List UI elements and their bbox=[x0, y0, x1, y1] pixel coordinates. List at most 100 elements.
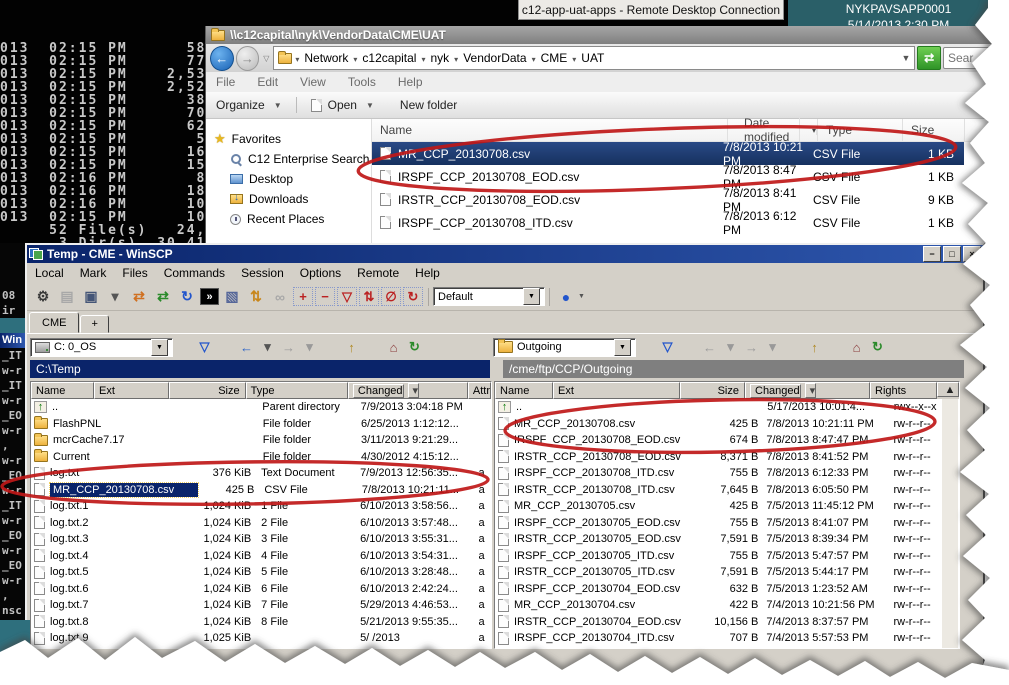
open-button[interactable]: Open bbox=[328, 98, 357, 112]
site-manager-icon[interactable]: ▤ bbox=[56, 286, 78, 307]
menu-item[interactable]: Mark bbox=[72, 266, 115, 280]
menu-item[interactable]: Files bbox=[114, 266, 155, 280]
clone-session-icon[interactable]: ▣ bbox=[80, 286, 102, 307]
back-dropdown-icon[interactable]: ▾ bbox=[720, 337, 741, 357]
menu-item[interactable]: Local bbox=[27, 266, 72, 280]
remote-file-row[interactable]: .. 5/17/2013 10:01:4... rwx--x--x bbox=[495, 399, 959, 416]
sep[interactable] bbox=[425, 337, 446, 357]
local-file-row[interactable]: log.txt.2 1,024 KiB 2 File 6/10/2013 3:5… bbox=[31, 515, 491, 532]
sidebar-item[interactable]: Recent Places bbox=[206, 209, 371, 229]
remote-file-row[interactable]: IRSTR_CCP_20130708_ITD.csv 7,645 B 7/8/2… bbox=[495, 482, 959, 499]
new-tab-button[interactable]: + bbox=[80, 315, 108, 333]
explorer-file-row[interactable]: IRSTR_CCP_20130708_EOD.csv 7/8/2013 8:41… bbox=[372, 188, 964, 211]
synchronize-browsing-icon[interactable]: ⇄ bbox=[152, 286, 174, 307]
remote-file-row[interactable]: IRSTR_CCP_20130704_EOD.csv 10,156 B 7/4/… bbox=[495, 614, 959, 631]
local-file-row[interactable]: log.txt.7 1,024 KiB 7 File 5/29/2013 4:4… bbox=[31, 597, 491, 614]
column-header-size[interactable]: Size bbox=[680, 382, 745, 399]
local-file-row[interactable]: .. Parent directory 7/9/2013 3:04:18 PM bbox=[31, 399, 491, 416]
address-dropdown-icon[interactable]: ▼ bbox=[901, 53, 910, 63]
console-icon[interactable]: » bbox=[200, 288, 219, 305]
unselect-files-icon[interactable]: − bbox=[315, 287, 335, 306]
back-dropdown-icon[interactable]: ▾ bbox=[257, 337, 278, 357]
parent-directory-icon[interactable]: ↑ bbox=[804, 337, 825, 357]
column-header-changed[interactable]: Changed▾ bbox=[745, 382, 870, 399]
forward-dropdown-icon[interactable]: ▾ bbox=[299, 337, 320, 357]
back-button[interactable]: ← bbox=[210, 46, 234, 71]
scroll-up-button[interactable]: ▲ bbox=[937, 382, 959, 397]
forward-icon[interactable]: → bbox=[278, 337, 299, 357]
local-file-row[interactable]: FlashPNL File folder 6/25/2013 1:12:12..… bbox=[31, 416, 491, 433]
refresh-directory-icon[interactable]: ↻ bbox=[404, 337, 425, 357]
vertical-scrollbar[interactable] bbox=[942, 399, 958, 648]
column-header-type[interactable]: Type bbox=[818, 119, 903, 141]
column-header-type[interactable]: Type bbox=[246, 382, 348, 399]
back-icon[interactable]: ← bbox=[699, 337, 720, 357]
menu-item[interactable]: Help bbox=[398, 75, 423, 89]
sidebar-item[interactable]: Desktop bbox=[206, 169, 371, 189]
remote-file-row[interactable]: IRSPF_CCP_20130708_EOD.csv 674 B 7/8/201… bbox=[495, 432, 959, 449]
local-file-row[interactable]: log.txt.1 1,024 KiB 1 File 6/10/2013 3:5… bbox=[31, 498, 491, 515]
clear-filter-icon[interactable]: ∅ bbox=[381, 287, 401, 306]
chevron-down-icon[interactable]: ▼ bbox=[151, 339, 168, 356]
column-header-changed[interactable]: Changed▾ bbox=[348, 382, 468, 399]
chevron-down-icon[interactable] bbox=[295, 51, 299, 65]
forward-dropdown-icon[interactable]: ▾ bbox=[762, 337, 783, 357]
explorer-file-row[interactable]: IRSPF_CCP_20130708_ITD.csv 7/8/2013 6:12… bbox=[372, 211, 964, 234]
parent-directory-icon[interactable]: ↑ bbox=[341, 337, 362, 357]
select-files-icon[interactable]: + bbox=[293, 287, 313, 306]
search-input[interactable] bbox=[943, 47, 1005, 69]
explorer-file-row[interactable]: MR_CCP_20130708.csv 7/8/2013 10:21 PM CS… bbox=[372, 142, 964, 165]
local-file-row[interactable]: MR_CCP_20130708.csv 425 B CSV File 7/8/2… bbox=[31, 482, 491, 499]
remote-file-row[interactable]: IRSPF_CCP_20130704_ITD.csv 707 B 7/4/201… bbox=[495, 630, 959, 647]
refresh-session-icon[interactable]: ↻ bbox=[176, 286, 198, 307]
sidebar-item[interactable]: C12 Enterprise Search bbox=[206, 149, 371, 169]
local-file-row[interactable]: log.txt.6 1,024 KiB 6 File 6/10/2013 2:4… bbox=[31, 581, 491, 598]
menu-item[interactable]: View bbox=[300, 75, 326, 89]
remote-file-row[interactable]: MR_CCP_20130704.csv 422 B 7/4/2013 10:21… bbox=[495, 597, 959, 614]
chevron-down-icon[interactable] bbox=[353, 51, 357, 65]
remote-path-bar[interactable]: /cme/ftp/CCP/Outgoing bbox=[503, 360, 964, 378]
find-files-icon[interactable]: ∞ bbox=[269, 286, 291, 307]
menu-item[interactable]: Help bbox=[407, 266, 448, 280]
remote-file-row[interactable]: IRSPF_CCP_20130708_ITD.csv 755 B 7/8/201… bbox=[495, 465, 959, 482]
maximize-button[interactable]: □ bbox=[943, 246, 961, 262]
sort-toggle-icon[interactable]: ⇅ bbox=[359, 287, 379, 306]
login-new-session-icon[interactable]: ● bbox=[555, 286, 577, 307]
local-file-row[interactable]: log.txt.9 1,025 KiB 5/ /2013 a bbox=[31, 630, 491, 647]
breadcrumb-item[interactable]: CME bbox=[532, 51, 570, 65]
root-directory-icon[interactable] bbox=[825, 337, 846, 357]
remote-file-row[interactable]: IRSTR_CCP_20130705_ITD.csv 7,591 B 7/5/2… bbox=[495, 564, 959, 581]
remote-file-row[interactable]: MR_CCP_20130708.csv 425 B 7/8/2013 10:21… bbox=[495, 416, 959, 433]
chevron-down-icon[interactable] bbox=[454, 51, 458, 65]
menu-item[interactable]: Options bbox=[292, 266, 349, 280]
session-combo[interactable]: Default ▼ bbox=[433, 287, 545, 306]
explorer-file-row[interactable]: IRSPF_CCP_20130708_EOD.csv 7/8/2013 8:47… bbox=[372, 165, 964, 188]
refresh-button[interactable]: ⇄ bbox=[917, 46, 941, 70]
explorer-title-bar[interactable]: \\c12capital\nyk\VendorData\CME\UAT bbox=[206, 26, 1009, 44]
tree-view-icon[interactable] bbox=[446, 337, 467, 357]
local-file-row[interactable]: log.txt.8 1,024 KiB 8 File 5/21/2013 9:5… bbox=[31, 614, 491, 631]
transfer-settings-icon[interactable]: ⇄ bbox=[128, 286, 150, 307]
local-file-row[interactable]: log.txt.4 1,024 KiB 4 File 6/10/2013 3:5… bbox=[31, 548, 491, 565]
remote-file-row[interactable]: MR_CCP_20130705.csv 425 B 7/5/2013 11:45… bbox=[495, 498, 959, 515]
new-folder-button[interactable]: New folder bbox=[400, 98, 457, 112]
local-file-row[interactable]: log.txt.5 1,024 KiB 5 File 6/10/2013 3:2… bbox=[31, 564, 491, 581]
breadcrumb-item[interactable]: UAT bbox=[572, 51, 606, 65]
chevron-down-icon[interactable] bbox=[572, 51, 576, 65]
back-icon[interactable]: ← bbox=[236, 337, 257, 357]
column-header-rights[interactable]: Rights bbox=[870, 382, 937, 399]
close-button[interactable]: × bbox=[963, 246, 981, 262]
chevron-down-icon[interactable] bbox=[421, 51, 425, 65]
tab-cme[interactable]: CME bbox=[29, 312, 79, 333]
chevron-down-icon[interactable] bbox=[532, 51, 536, 65]
session-log-icon[interactable]: ▧ bbox=[221, 286, 243, 307]
remote-directory-combo[interactable]: Outgoing ▼ bbox=[493, 338, 636, 357]
home-directory-icon[interactable]: ⌂ bbox=[383, 337, 404, 357]
column-header-name[interactable]: Name bbox=[372, 119, 728, 141]
organize-button[interactable]: Organize bbox=[216, 98, 265, 112]
local-file-row[interactable]: log.txt.3 1,024 KiB 3 File 6/10/2013 3:5… bbox=[31, 531, 491, 548]
menu-item[interactable]: Session bbox=[233, 266, 292, 280]
remote-file-row[interactable]: IRSTR_CCP_20130705_EOD.csv 7,591 B 7/5/2… bbox=[495, 531, 959, 548]
chevron-down-icon[interactable]: ▼ bbox=[614, 339, 631, 356]
sidebar-item-favorites[interactable]: ★ Favorites bbox=[206, 129, 371, 149]
